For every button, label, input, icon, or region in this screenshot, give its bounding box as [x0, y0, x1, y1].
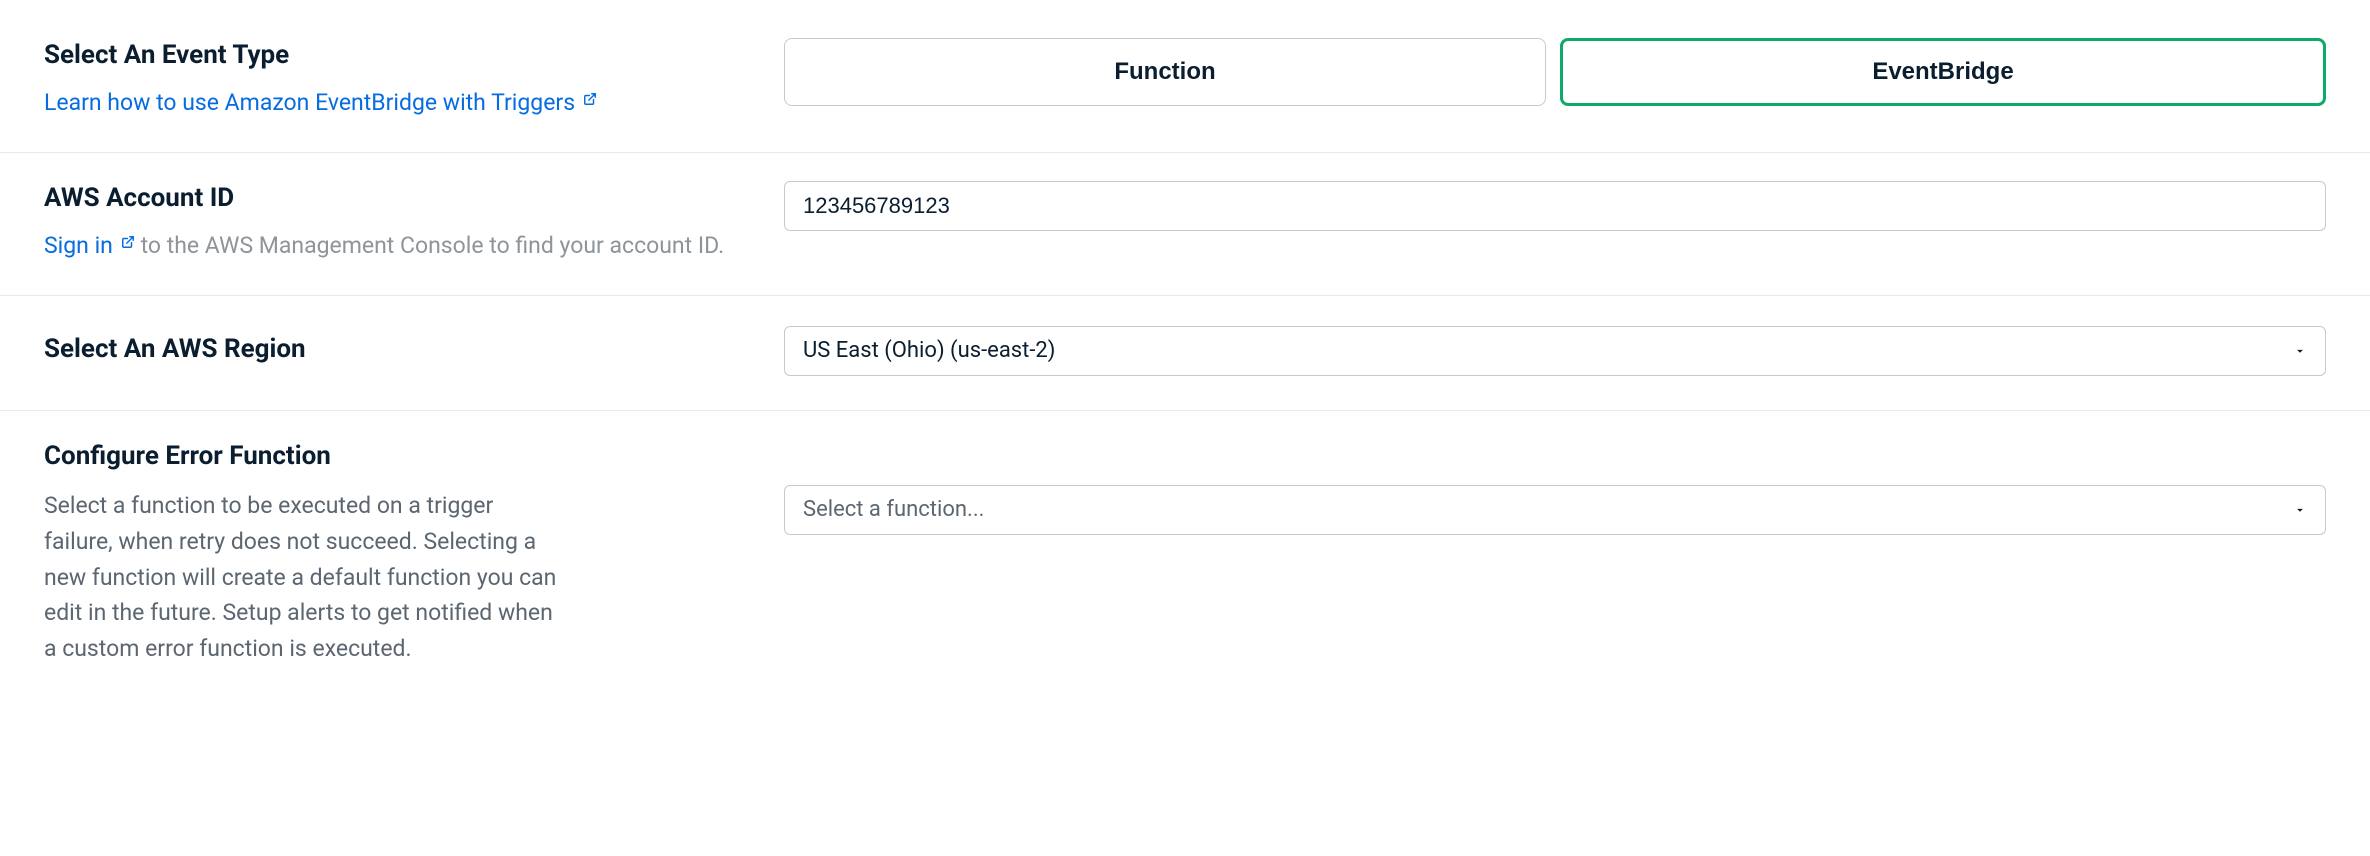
event-type-toggle: Function EventBridge	[784, 38, 2326, 106]
event-type-option-function[interactable]: Function	[784, 38, 1546, 106]
account-id-input[interactable]	[784, 181, 2326, 231]
account-id-title: AWS Account ID	[44, 181, 744, 216]
event-type-title: Select An Event Type	[44, 38, 744, 73]
section-account-id: AWS Account ID Sign in to the AWS Manage…	[0, 153, 2370, 296]
error-function-title: Configure Error Function	[44, 439, 744, 474]
section-region: Select An AWS Region US East (Ohio) (us-…	[0, 296, 2370, 411]
region-select[interactable]: US East (Ohio) (us-east-2)	[784, 326, 2326, 376]
error-function-description: Select a function to be executed on a tr…	[44, 488, 564, 666]
eventbridge-help-link[interactable]: Learn how to use Amazon EventBridge with…	[44, 87, 597, 118]
region-select-value: US East (Ohio) (us-east-2)	[803, 336, 1055, 366]
external-link-icon	[121, 235, 135, 249]
aws-signin-link[interactable]: Sign in	[44, 230, 135, 261]
section-error-function: Configure Error Function Select a functi…	[0, 411, 2370, 700]
eventbridge-help-link-text: Learn how to use Amazon EventBridge with…	[44, 87, 575, 118]
external-link-icon	[583, 92, 597, 106]
chevron-down-icon	[2293, 344, 2307, 358]
aws-signin-link-text: Sign in	[44, 230, 113, 261]
error-function-select[interactable]: Select a function...	[784, 485, 2326, 535]
account-id-help-suffix: to the AWS Management Console to find yo…	[141, 232, 725, 259]
event-type-option-eventbridge[interactable]: EventBridge	[1560, 38, 2326, 106]
chevron-down-icon	[2293, 503, 2307, 517]
section-event-type: Select An Event Type Learn how to use Am…	[0, 10, 2370, 153]
region-title: Select An AWS Region	[44, 332, 306, 367]
error-function-select-placeholder: Select a function...	[803, 495, 984, 525]
